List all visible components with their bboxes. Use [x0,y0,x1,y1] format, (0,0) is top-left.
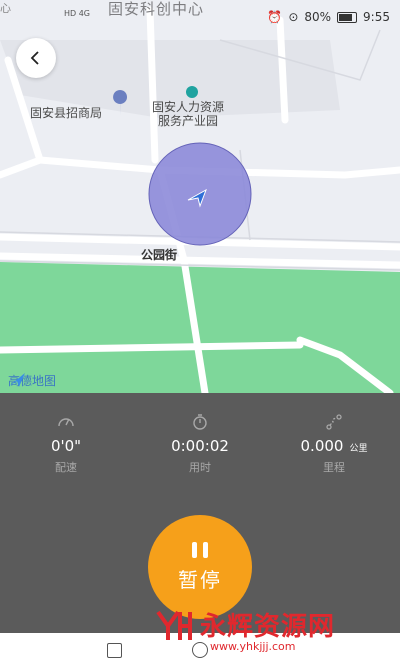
watermark-logo-icon [156,610,192,640]
stat-distance: 0.000 公里 里程 [274,413,394,475]
status-title: 固安科创中心 [108,0,205,18]
stat-distance-value: 0.000 [300,437,344,455]
pause-button-label: 暂停 [178,567,222,592]
pause-icon [192,541,208,558]
street-label: 公园街 [141,248,178,262]
stat-pace: 0'0" 配速 [6,413,126,475]
status-right: ⏰ ⊙ 80% 9:55 [267,10,390,24]
battery-icon [337,11,358,23]
home-button[interactable] [192,642,208,658]
status-time: 9:55 [363,10,390,24]
status-bar: 心 HD 4G 固安科创中心 ⏰ ⊙ 80% 9:55 [0,0,400,34]
stat-duration: 0:00:02 用时 [140,413,260,475]
stat-duration-label: 用时 [189,461,211,474]
chevron-left-icon [30,51,39,65]
amap-logo-icon [9,373,25,387]
alarm-icon: ⏰ [267,10,283,24]
poi-label-line1: 固安人力资源 [152,100,225,114]
status-left-fragment: 心 [0,2,11,15]
map-provider-logo: 高德地图 [8,372,56,389]
poi-label-hr-park[interactable]: 固安人力资源 服务产业园 [152,100,224,128]
stat-distance-label: 里程 [323,461,345,474]
watermark-text: 永辉资源网 [200,612,336,642]
stat-pace-label: 配速 [55,461,77,474]
speedometer-icon [58,418,74,427]
location-status-icon: ⊙ [288,10,299,24]
stopwatch-icon [193,414,207,430]
watermark: 永辉资源网 [154,606,335,643]
stat-duration-value: 0:00:02 [171,437,229,455]
back-button[interactable] [16,38,56,78]
map-view[interactable]: 固安县招商局 固安人力资源 服务产业园 公园街 高德地图 [0,0,400,393]
pause-button[interactable]: 暂停 [148,515,252,619]
stat-distance-unit: 公里 [349,444,368,454]
stat-pace-value: 0'0" [50,437,82,455]
watermark-url: www.yhkjjj.com [210,640,296,653]
signal-indicator: HD 4G [64,9,91,18]
poi-label-investment-bureau[interactable]: 固安县招商局 [30,106,102,120]
route-icon [326,414,342,430]
poi-label-line2: 服务产业园 [158,114,219,128]
recent-apps-button[interactable] [107,643,122,658]
battery-percent: 80% [304,10,332,24]
